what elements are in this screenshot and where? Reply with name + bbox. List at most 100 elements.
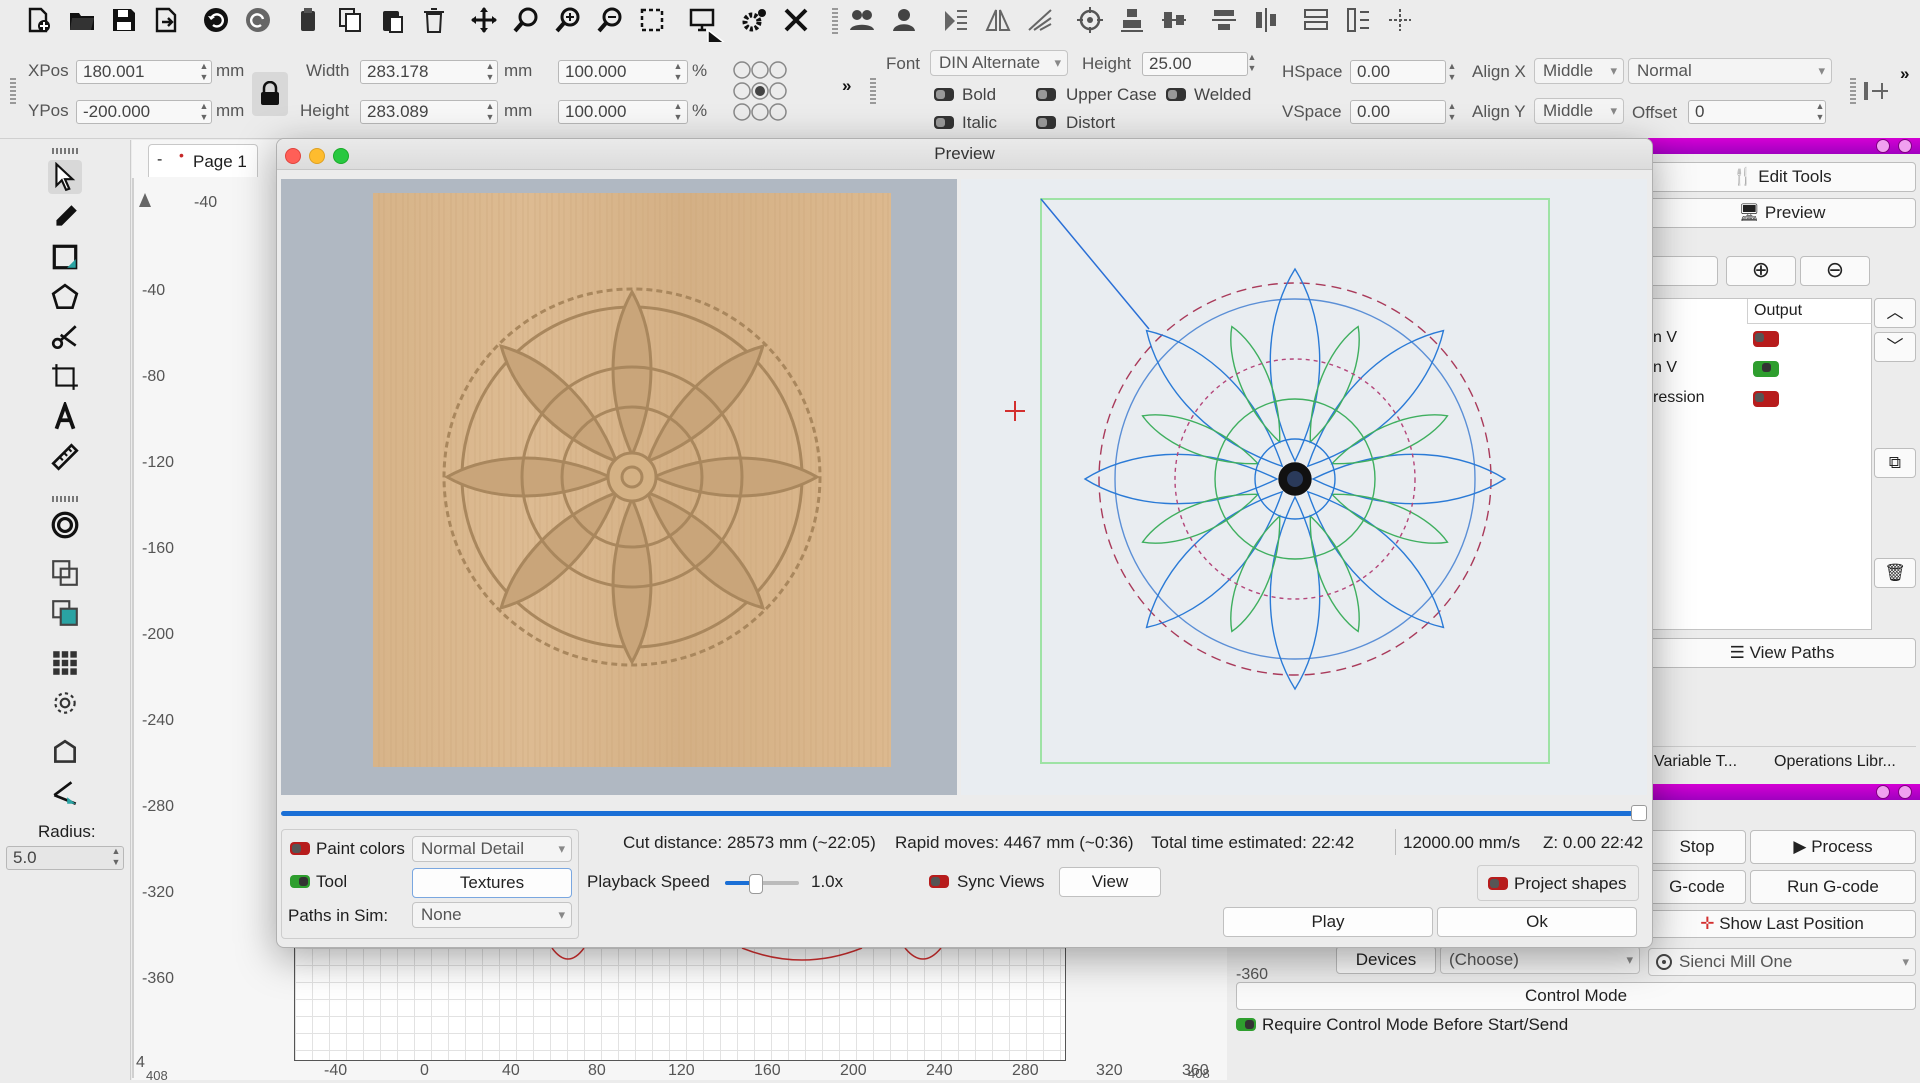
run-gcode-button[interactable]: Run G-code <box>1750 870 1916 904</box>
undo-icon[interactable] <box>200 4 232 36</box>
layer-row[interactable]: ression <box>1649 383 1871 413</box>
more-chevron-icon[interactable]: » <box>842 76 851 96</box>
add-layer-button[interactable]: ⊕ <box>1726 256 1796 286</box>
scale-width-stepper[interactable]: ▲ ▼ <box>670 61 686 85</box>
group-icon[interactable] <box>846 4 878 36</box>
edit-tools-button[interactable]: 🍴 Edit Tools <box>1648 162 1916 192</box>
zoom-selection-icon[interactable] <box>636 4 668 36</box>
output-toggle[interactable] <box>1753 331 1779 347</box>
vspace-stepper[interactable]: ▲ ▼ <box>1444 101 1460 125</box>
pen-tool-icon[interactable] <box>48 200 82 234</box>
move-layer-down-button[interactable]: ﹀ <box>1874 332 1916 362</box>
paste-icon[interactable] <box>376 4 408 36</box>
move-icon[interactable] <box>468 4 500 36</box>
radius-field[interactable]: 5.0 <box>6 846 124 870</box>
require-control-toggle[interactable] <box>1236 1018 1256 1031</box>
dock-v-icon[interactable] <box>1342 4 1374 36</box>
layer-row[interactable]: n V <box>1649 353 1871 383</box>
redo-icon[interactable] <box>242 4 274 36</box>
copy-layer-button[interactable]: ⧉ <box>1874 448 1916 478</box>
flip-horizontal-icon[interactable] <box>940 4 972 36</box>
tab-page-1[interactable]: - • Page 1 <box>148 144 258 177</box>
control-mode-button[interactable]: Control Mode <box>1236 982 1916 1010</box>
play-button[interactable]: Play <box>1223 907 1433 937</box>
zoom-out-icon[interactable] <box>594 4 626 36</box>
close-window-button[interactable] <box>285 148 301 164</box>
bold-toggle[interactable] <box>934 88 954 101</box>
align-x-select[interactable]: Middle <box>1534 58 1624 84</box>
anchor-point-grid[interactable] <box>732 58 788 124</box>
target-icon[interactable] <box>1074 4 1106 36</box>
height-field[interactable]: 283.089 <box>360 100 498 124</box>
italic-toggle[interactable] <box>934 116 954 129</box>
xpos-field[interactable]: 180.001 <box>76 60 212 84</box>
polygon-tool-icon[interactable] <box>48 280 82 314</box>
measure-tool-icon[interactable] <box>48 440 82 474</box>
scale-height-field[interactable]: 100.000 <box>558 100 688 124</box>
remove-layer-button[interactable]: ⊖ <box>1800 256 1870 286</box>
hspace-field[interactable]: 0.00 <box>1350 60 1446 84</box>
stop-button[interactable]: Stop <box>1648 830 1746 864</box>
distribute-h-icon[interactable] <box>1208 4 1240 36</box>
zoom-in-icon[interactable] <box>552 4 584 36</box>
device-select[interactable]: (Choose) <box>1440 946 1640 974</box>
tab-tool-icon[interactable] <box>48 776 82 810</box>
preview-button[interactable]: 🖥 Preview <box>1648 198 1916 228</box>
xpos-stepper[interactable]: ▲ ▼ <box>196 61 212 85</box>
settings-gear-icon[interactable] <box>738 4 770 36</box>
delete-icon[interactable] <box>418 4 450 36</box>
playback-speed-knob[interactable] <box>748 874 763 894</box>
path-direction-icon[interactable] <box>1862 78 1892 104</box>
width-field[interactable]: 283.178 <box>360 60 498 84</box>
crop-tool-icon[interactable] <box>48 360 82 394</box>
crosshair-icon[interactable] <box>1384 4 1416 36</box>
tools-icon[interactable] <box>780 4 812 36</box>
laser-dock-close-icon[interactable] <box>1898 785 1912 799</box>
height-stepper[interactable]: ▲ ▼ <box>482 101 498 125</box>
simulation-progress-track[interactable] <box>281 811 1637 816</box>
distribute-v-icon[interactable] <box>1250 4 1282 36</box>
dock-float-icon[interactable] <box>1876 139 1890 153</box>
playback-speed-slider[interactable] <box>725 874 799 894</box>
upper-case-toggle[interactable] <box>1036 88 1056 101</box>
tab-operations-library[interactable]: Operations Libr... <box>1774 753 1896 771</box>
ok-button[interactable]: Ok <box>1437 907 1637 937</box>
align-middle-icon[interactable] <box>1158 4 1190 36</box>
save-icon[interactable] <box>108 4 140 36</box>
vspace-field[interactable]: 0.00 <box>1350 100 1446 124</box>
welded-toggle[interactable] <box>1166 88 1186 101</box>
sync-views-toggle[interactable] <box>929 875 949 888</box>
devices-button[interactable]: Devices <box>1336 946 1436 974</box>
gcode-button[interactable]: G-code <box>1648 870 1746 904</box>
tool-toggle[interactable] <box>290 875 310 888</box>
weld-tool-icon[interactable] <box>48 556 82 590</box>
scale-width-field[interactable]: 100.000 <box>558 60 688 84</box>
ypos-stepper[interactable]: ▲ ▼ <box>196 101 212 125</box>
minimize-window-button[interactable] <box>309 148 325 164</box>
output-toggle[interactable] <box>1753 361 1779 377</box>
view-button[interactable]: View <box>1059 867 1161 897</box>
circular-array-icon[interactable] <box>48 686 82 720</box>
text-height-stepper[interactable]: ▲ ▼ <box>1244 52 1260 76</box>
hspace-stepper[interactable]: ▲ ▼ <box>1444 61 1460 85</box>
text-height-field[interactable]: 25.00 <box>1142 52 1248 76</box>
grid-array-icon[interactable] <box>48 646 82 680</box>
offset-field[interactable]: 0 <box>1688 100 1826 124</box>
radius-stepper[interactable]: ▲ ▼ <box>108 846 124 870</box>
laser-dock-float-icon[interactable] <box>1876 785 1890 799</box>
delete-layer-button[interactable]: 🗑 <box>1874 558 1916 588</box>
layer-row[interactable]: n V <box>1649 323 1871 353</box>
copy-icon[interactable] <box>334 4 366 36</box>
paths-in-sim-select[interactable]: None <box>412 902 572 928</box>
tab-variable-text[interactable]: Variable T... <box>1654 753 1737 771</box>
paint-colors-select[interactable]: Normal Detail <box>412 836 572 862</box>
layer-filter-field[interactable] <box>1648 256 1718 286</box>
lock-aspect-button[interactable] <box>252 72 288 116</box>
user-icon[interactable] <box>888 4 920 36</box>
scale-height-stepper[interactable]: ▲ ▼ <box>670 101 686 125</box>
move-layer-up-button[interactable]: ︿ <box>1874 298 1916 328</box>
new-file-icon[interactable] <box>22 4 54 36</box>
zoom-fit-icon[interactable] <box>510 4 542 36</box>
dock-close-icon[interactable] <box>1898 139 1912 153</box>
project-shapes-toggle[interactable] <box>1488 877 1508 890</box>
